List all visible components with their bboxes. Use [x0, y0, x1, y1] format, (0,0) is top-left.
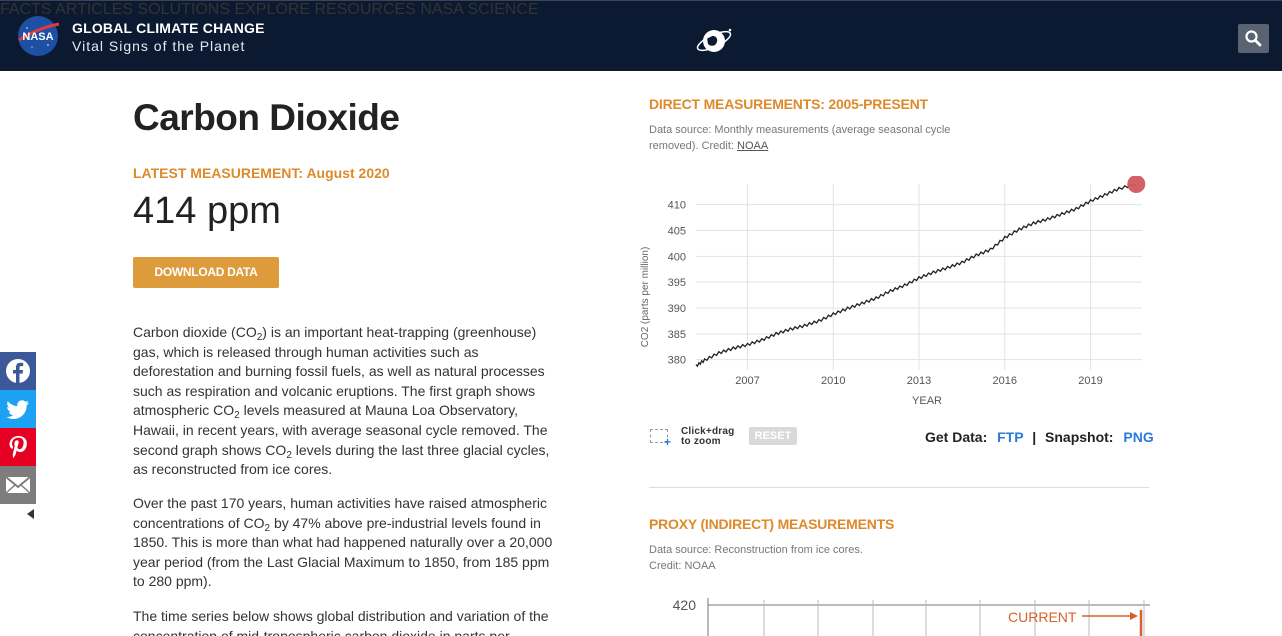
main-nav: FACTS ARTICLES SOLUTIONS EXPLORE RESOURC…: [0, 1, 1282, 19]
reset-zoom-button[interactable]: RESET: [749, 427, 797, 445]
site-title[interactable]: GLOBAL CLIMATE CHANGE: [72, 20, 265, 36]
globe-icon[interactable]: [694, 21, 734, 59]
y-axis-label: CO2 (parts per million): [640, 247, 651, 348]
search-button[interactable]: [1238, 24, 1269, 53]
xtick-2010: 2010: [821, 375, 845, 387]
ytick-405: 405: [668, 226, 686, 238]
nav-explore[interactable]: EXPLORE: [234, 1, 310, 18]
co2-direct-chart[interactable]: 380 385 390 395 400 405 410 2007 2010 2013 2016 201…: [636, 176, 1156, 412]
snapshot-label: Snapshot:: [1045, 429, 1114, 445]
get-data-label: Get Data:: [925, 429, 988, 445]
direct-data-source: Data source: Monthly measurements (avera…: [649, 124, 951, 152]
proxy-data-source: Data source: Reconstruction from ice cor…: [649, 544, 863, 572]
nasa-logo-text: NASA: [22, 31, 53, 43]
xtick-2007: 2007: [735, 375, 759, 387]
nav-nasa-science[interactable]: NASA SCIENCE: [420, 1, 538, 18]
pinterest-icon: [9, 436, 27, 459]
xtick-2019: 2019: [1078, 375, 1102, 387]
co2-series-line: [695, 183, 1137, 368]
page-title: Carbon Dioxide: [133, 97, 400, 138]
nasa-logo-icon[interactable]: NASA: [15, 14, 61, 58]
png-link[interactable]: PNG: [1123, 429, 1153, 445]
nav-resources[interactable]: RESOURCES: [315, 1, 416, 18]
nav-solutions[interactable]: SOLUTIONS: [138, 1, 230, 18]
site-subtitle[interactable]: Vital Signs of the Planet: [72, 38, 245, 54]
search-icon: [1245, 30, 1262, 47]
get-data-separator: |: [1032, 429, 1037, 445]
share-facebook-button[interactable]: [0, 352, 36, 390]
direct-measurements-title: DIRECT MEASUREMENTS: 2005-PRESENT: [649, 96, 928, 112]
zoom-plus-icon: +: [664, 435, 672, 449]
ytick-410: 410: [668, 200, 686, 212]
current-label: CURRENT: [1008, 609, 1077, 625]
proxy-measurements-title: PROXY (INDIRECT) MEASUREMENTS: [649, 516, 895, 532]
history-paragraph: Over the past 170 years, human activitie…: [133, 495, 553, 590]
facebook-icon: [6, 359, 30, 383]
ytick-380: 380: [668, 355, 686, 367]
co2-proxy-chart[interactable]: 420 CURRENT: [660, 590, 1160, 636]
ytick-395: 395: [668, 277, 686, 289]
xtick-2013: 2013: [907, 375, 931, 387]
proxy-ytick-420: 420: [673, 597, 697, 613]
section-divider: [649, 487, 1149, 488]
download-data-button[interactable]: DOWNLOAD DATA: [133, 257, 279, 288]
nav-articles[interactable]: ARTICLES: [55, 1, 133, 18]
intro-paragraph: Carbon dioxide (CO2) is an important hea…: [133, 324, 550, 478]
zoom-hint: Click+drag to zoom: [681, 426, 735, 447]
xtick-2016: 2016: [993, 375, 1017, 387]
twitter-icon: [6, 400, 30, 419]
latest-measurement-label: LATEST MEASUREMENT: August 2020: [133, 165, 390, 181]
latest-point-marker: [1127, 176, 1146, 193]
ftp-link[interactable]: FTP: [997, 429, 1023, 445]
share-pinterest-button[interactable]: [0, 428, 36, 466]
email-icon: [5, 476, 31, 494]
share-email-button[interactable]: [0, 466, 36, 504]
time-series-paragraph: The time series below shows global distr…: [133, 608, 549, 636]
latest-measurement-value: 414 ppm: [133, 190, 281, 232]
collapse-share-arrow-icon[interactable]: [27, 509, 34, 519]
x-axis-label: YEAR: [912, 395, 942, 407]
share-twitter-button[interactable]: [0, 390, 36, 428]
top-navigation-bar: NASA GLOBAL CLIMATE CHANGE Vital Signs o…: [0, 0, 1282, 71]
ytick-390: 390: [668, 303, 686, 315]
ytick-400: 400: [668, 251, 686, 263]
ytick-385: 385: [668, 329, 686, 341]
get-data-bar: Get Data: FTP | Snapshot: PNG: [925, 429, 1154, 445]
noaa-credit-link[interactable]: NOAA: [737, 140, 768, 152]
